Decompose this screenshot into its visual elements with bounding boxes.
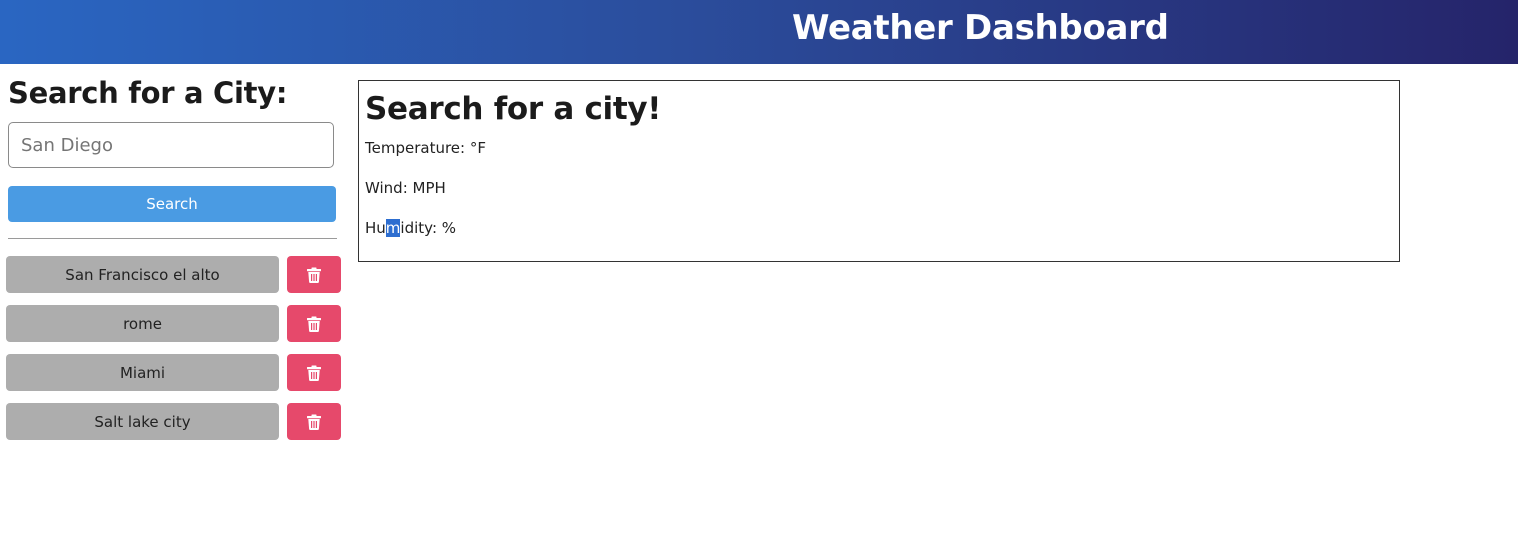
trash-icon [307, 267, 321, 283]
history-city-button[interactable]: Salt lake city [6, 403, 279, 440]
search-sidebar: Search for a City: Search San Francisco … [0, 64, 350, 544]
weather-city-heading: Search for a city! [365, 91, 662, 127]
humidity-text-suffix: idity: % [400, 219, 457, 237]
sidebar-divider [8, 238, 337, 239]
history-item: San Francisco el alto [6, 256, 346, 293]
trash-icon [307, 414, 321, 430]
delete-history-button[interactable] [287, 305, 341, 342]
humidity-text: Humidity: % [365, 219, 456, 237]
history-item: Miami [6, 354, 346, 391]
history-city-button[interactable]: Miami [6, 354, 279, 391]
trash-icon [307, 365, 321, 381]
history-city-button[interactable]: rome [6, 305, 279, 342]
history-city-button[interactable]: San Francisco el alto [6, 256, 279, 293]
history-item: Salt lake city [6, 403, 346, 440]
city-search-input[interactable] [8, 122, 334, 168]
delete-history-button[interactable] [287, 256, 341, 293]
temperature-text: Temperature: °F [365, 139, 486, 157]
app-title: Weather Dashboard [792, 8, 1169, 48]
delete-history-button[interactable] [287, 403, 341, 440]
search-button[interactable]: Search [8, 186, 336, 222]
history-item: rome [6, 305, 346, 342]
wind-text: Wind: MPH [365, 179, 446, 197]
search-history-list: San Francisco el alto rome Miami Salt la… [6, 256, 346, 452]
current-weather-card: Search for a city! Temperature: °F Wind:… [358, 80, 1400, 262]
search-heading: Search for a City: [8, 76, 288, 110]
app-header: Weather Dashboard [0, 0, 1518, 64]
trash-icon [307, 316, 321, 332]
humidity-text-prefix: Hu [365, 219, 386, 237]
delete-history-button[interactable] [287, 354, 341, 391]
text-selection-highlight: m [385, 219, 401, 237]
